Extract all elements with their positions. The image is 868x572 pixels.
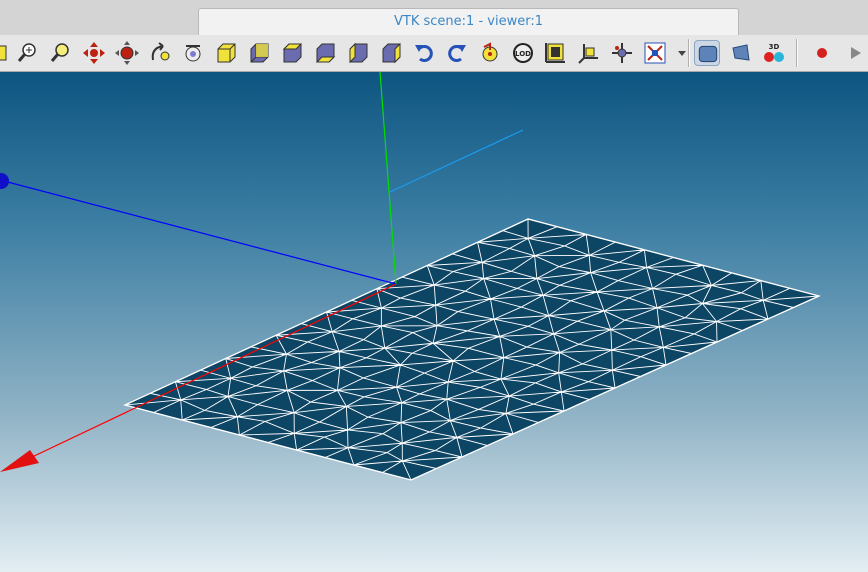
fit-all-icon [115,41,139,65]
trihedron-icon [578,44,598,64]
interaction-style-button[interactable] [609,40,635,66]
view-back-icon [250,43,269,63]
parallel-projection-icon [698,45,718,63]
lod-label: LOD [515,50,531,58]
graduated-axes-button[interactable] [543,40,569,66]
axis-z-arrowhead [0,173,9,189]
tab-bar: VTK scene:1 - viewer:1 [0,0,868,36]
toolbar-separator [796,39,798,67]
view-back-button[interactable] [246,40,272,66]
scene-canvas [0,72,821,481]
view-front-button[interactable] [213,40,239,66]
pan-icon [83,42,105,64]
axis-x-arrowhead [0,450,39,472]
rotate-icon [151,42,170,61]
record-button[interactable] [809,40,835,66]
view-bottom-icon [315,43,336,63]
reset-view-icon [482,42,498,62]
parallel-projection-button[interactable] [694,40,720,66]
graduated-axes-icon [545,43,565,63]
stereo-3d-icon: 3D [764,43,784,62]
view-right-button[interactable] [378,40,404,66]
lod-button[interactable]: LOD [510,40,536,66]
fit-all-button[interactable] [114,40,140,66]
dropdown-arrow-icon [678,51,686,56]
direction-ray [389,129,524,193]
vtk-viewport[interactable] [0,72,868,572]
play-icon [851,47,861,59]
zoom-fit-button[interactable] [48,40,74,66]
view-front-icon [217,43,236,63]
zoom-fit-icon [50,43,69,62]
stereo-3d-button[interactable]: 3D [761,40,787,66]
view-top-icon [282,43,303,63]
stereo-label: 3D [769,43,780,51]
lod-icon: LOD [513,43,533,63]
view-bottom-button[interactable] [312,40,338,66]
record-icon [817,48,827,58]
zoom-button[interactable] [15,40,41,66]
view-first-icon [0,45,7,61]
axis-z [0,179,397,285]
rotate-counterclockwise-button[interactable] [411,40,437,66]
viewer-tab[interactable]: VTK scene:1 - viewer:1 [198,8,739,35]
play-button[interactable] [842,40,868,66]
rotate-button[interactable] [147,40,173,66]
interaction-style-icon [612,43,632,63]
trihedron-button[interactable] [576,40,602,66]
view-first-button[interactable] [0,40,12,66]
view-right-icon [382,42,401,64]
pan-button[interactable] [81,40,107,66]
clipping-plane-icon [644,42,666,64]
dropdown-arrow-button[interactable] [669,40,686,66]
view-left-icon [349,42,368,64]
zoom-icon [17,43,36,62]
clipping-plane-button[interactable] [642,40,668,66]
rotation-point-icon [185,45,201,62]
rotate-clockwise-icon [448,45,466,62]
perspective-projection-icon [732,44,750,61]
rotate-counterclockwise-icon [415,45,433,62]
rotate-clockwise-button[interactable] [444,40,470,66]
view-left-button[interactable] [345,40,371,66]
rotation-point-button[interactable] [180,40,206,66]
axis-y [379,72,397,285]
view-top-button[interactable] [279,40,305,66]
surface-mesh [123,218,821,481]
toolbar-separator [688,39,690,67]
viewer-toolbar: LOD 3D [0,35,868,72]
reset-view-button[interactable] [477,40,503,66]
perspective-projection-button[interactable] [728,40,754,66]
